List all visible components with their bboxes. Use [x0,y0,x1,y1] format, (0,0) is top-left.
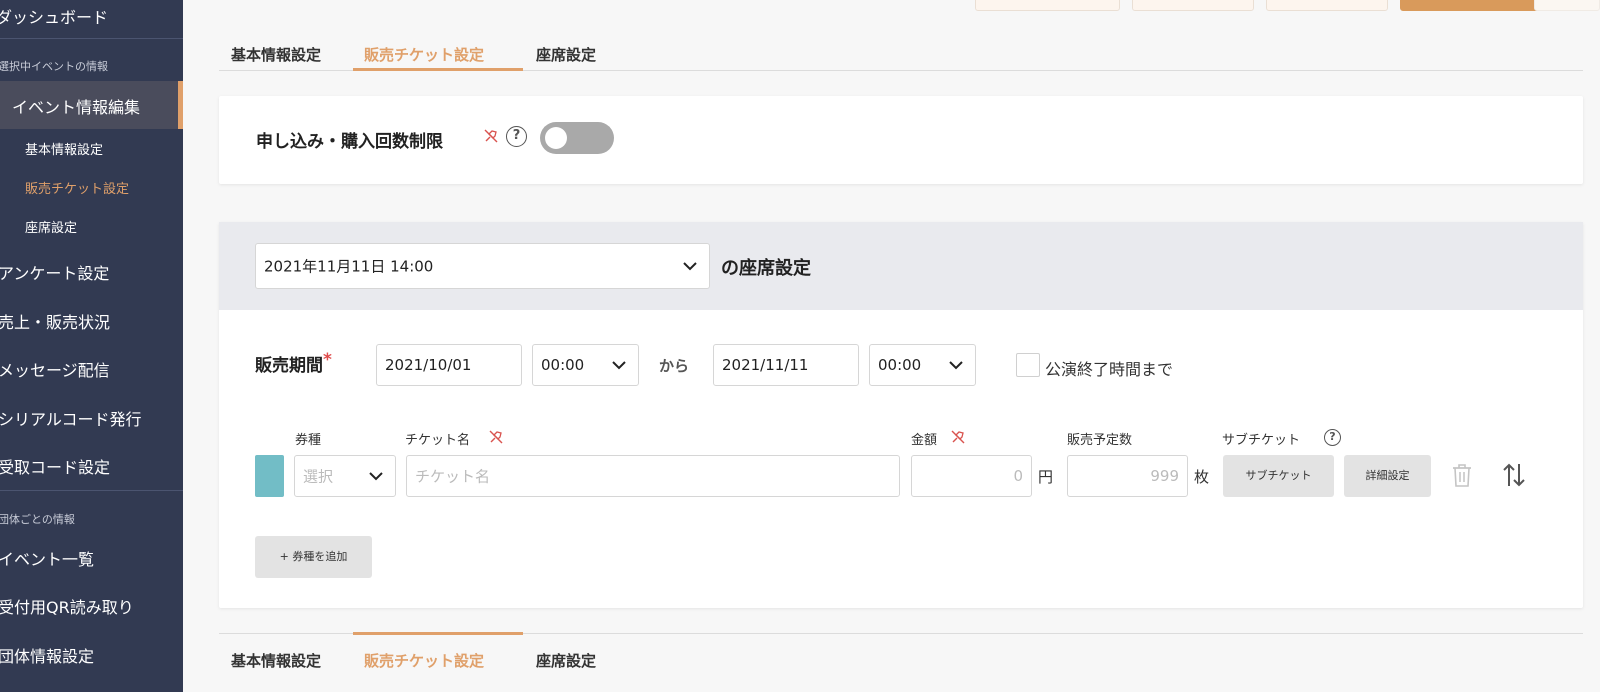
sidebar-item-event-edit[interactable]: イベント情報編集 [12,94,140,118]
sidebar-item-dashboard[interactable]: ダッシュボード [0,4,108,28]
trash-icon[interactable] [1451,463,1473,488]
tab-basic[interactable]: 基本情報設定 [231,44,321,65]
period-label: 販売期間* [255,350,332,376]
top-button[interactable] [975,0,1120,11]
tab-ticket[interactable]: 販売チケット設定 [364,44,484,65]
ticket-color-swatch[interactable] [255,455,284,497]
tab-active-underline [353,632,523,635]
col-name-label: チケット名 [405,433,471,448]
end-time-value: 00:00 [878,356,922,374]
start-time-value: 00:00 [541,356,585,374]
pin-off-icon [489,430,503,444]
start-date-value: 2021/10/01 [385,356,472,374]
performance-date-value: 2021年11月11日 14:00 [264,257,434,276]
sidebar-item-event-list[interactable]: イベント一覧 [0,546,94,570]
tab-active-underline [353,68,523,71]
sub-ticket-button[interactable]: サブチケット [1223,455,1334,497]
pin-off-icon [951,430,965,444]
tab-bar-top: 基本情報設定 販売チケット設定 座席設定 [219,37,1583,71]
ticket-name-placeholder: チケット名 [415,467,491,486]
limit-card: 申し込み・購入回数制限 ? [219,96,1583,184]
pin-off-icon [484,129,498,143]
col-type-label: 券種 [295,433,322,448]
sidebar-sub-basic[interactable]: 基本情報設定 [25,139,103,158]
period-label-text: 販売期間 [255,356,323,376]
top-button[interactable] [1132,0,1254,11]
sidebar-item-receipt[interactable]: 受取コード設定 [0,454,110,478]
sidebar: ダッシュボード 選択中イベントの情報 イベント情報編集 基本情報設定 販売チケッ… [0,0,183,692]
sidebar-item-group-settings[interactable]: 団体情報設定 [0,643,94,667]
sidebar-item-survey[interactable]: アンケート設定 [0,260,109,284]
sidebar-section-event: 選択中イベントの情報 [0,60,108,73]
seat-header: 2021年11月11日 14:00 の座席設定 [219,222,1583,310]
add-ticket-type-button[interactable]: + 券種を追加 [255,536,372,578]
mai-label: 枚 [1194,468,1210,486]
performance-date-select[interactable]: 2021年11月11日 14:00 [255,243,710,289]
ticket-type-placeholder: 選択 [303,467,334,486]
sidebar-divider [0,490,183,491]
chevron-down-icon [683,262,697,271]
help-icon[interactable]: ? [1324,429,1341,446]
price-placeholder: 0 [1013,467,1023,485]
start-date-input[interactable]: 2021/10/01 [376,344,522,386]
end-date-value: 2021/11/11 [722,356,809,374]
sidebar-item-serial[interactable]: シリアルコード発行 [0,406,142,430]
limit-label: 申し込み・購入回数制限 [256,132,443,152]
tab-basic[interactable]: 基本情報設定 [231,650,321,671]
top-button[interactable] [1534,0,1600,11]
yen-label: 円 [1038,468,1054,486]
quantity-input[interactable]: 999 [1067,455,1188,497]
sidebar-section-group: 団体ごとの情報 [0,513,75,526]
sidebar-sub-ticket[interactable]: 販売チケット設定 [25,178,129,197]
chevron-down-icon [949,361,963,370]
end-date-input[interactable]: 2021/11/11 [713,344,859,386]
sort-icon[interactable] [1502,462,1526,488]
sidebar-sub-seat[interactable]: 座席設定 [25,217,77,236]
start-time-select[interactable]: 00:00 [532,344,639,386]
seat-card: 2021年11月11日 14:00 の座席設定 販売期間* 2021/10/01… [219,222,1583,608]
help-icon[interactable]: ? [506,126,527,147]
col-quantity-label: 販売予定数 [1067,433,1133,448]
limit-toggle[interactable] [540,122,614,154]
sidebar-item-sales[interactable]: 売上・販売状況 [0,309,110,333]
detail-settings-button[interactable]: 詳細設定 [1344,455,1431,497]
ticket-type-select[interactable]: 選択 [294,455,396,497]
sidebar-divider [0,38,183,39]
seat-settings-title: の座席設定 [721,258,811,279]
until-end-checkbox[interactable] [1016,353,1040,377]
top-primary-button[interactable] [1400,0,1550,11]
required-mark: * [323,350,332,370]
chevron-down-icon [612,361,626,370]
tab-ticket[interactable]: 販売チケット設定 [364,650,484,671]
top-button[interactable] [1266,0,1388,11]
quantity-placeholder: 999 [1150,467,1179,485]
tab-seat[interactable]: 座席設定 [536,650,596,671]
chevron-down-icon [369,472,383,481]
col-sub-label: サブチケット [1222,433,1301,448]
toggle-knob [545,127,567,149]
tab-bar-bottom: 基本情報設定 販売チケット設定 座席設定 [219,632,1583,692]
from-label: から [659,357,690,375]
col-price-label: 金額 [911,433,938,448]
ticket-name-input[interactable]: チケット名 [406,455,900,497]
sidebar-item-message[interactable]: メッセージ配信 [0,357,110,381]
end-time-select[interactable]: 00:00 [869,344,976,386]
price-input[interactable]: 0 [911,455,1032,497]
active-indicator [178,81,183,129]
sidebar-item-qr[interactable]: 受付用QR読み取り [0,594,134,618]
tab-seat[interactable]: 座席設定 [536,44,596,65]
until-end-label: 公演終了時間まで [1045,360,1174,379]
